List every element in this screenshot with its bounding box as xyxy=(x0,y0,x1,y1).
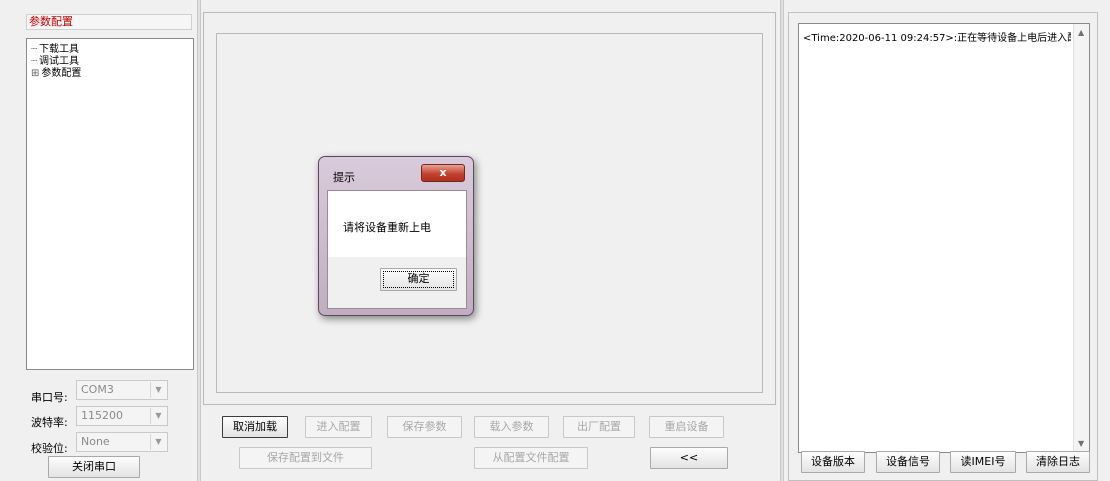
port-value: COM3 xyxy=(81,383,114,396)
dialog-window: 提示 x 请将设备重新上电 确定 xyxy=(318,156,474,316)
close-port-button[interactable]: 关闭串口 xyxy=(48,456,140,478)
port-select[interactable]: COM3 ▼ xyxy=(76,380,168,400)
tree-item[interactable]: ┈ 下载工具 xyxy=(31,44,79,56)
close-icon: x xyxy=(439,166,447,179)
tree-item[interactable]: ⊞ 参数配置 xyxy=(31,68,81,80)
file-action-button[interactable]: 保存配置到文件 xyxy=(239,447,372,469)
tree-line-icon: ┈ xyxy=(31,56,38,67)
right-panel: <Time:2020-06-11 09:24:57>:正在等待设备上电后进入配置… xyxy=(788,12,1098,481)
log-action-button[interactable]: 设备信号 xyxy=(876,451,940,473)
left-panel-title: 参数配置 xyxy=(26,14,192,30)
baud-value: 115200 xyxy=(81,409,123,422)
dialog-ok-button[interactable]: 确定 xyxy=(380,268,457,291)
action-button[interactable]: 进入配置 xyxy=(305,416,372,438)
dialog-body: 请将设备重新上电 确定 xyxy=(327,190,467,309)
action-button[interactable]: 载入参数 xyxy=(474,416,549,438)
parity-value: None xyxy=(81,435,110,448)
log-line: <Time:2020-06-11 09:24:57>:正在等待设备上电后进入配置… xyxy=(803,33,1071,44)
action-button[interactable]: 保存参数 xyxy=(387,416,462,438)
chevron-down-icon[interactable]: ▼ xyxy=(150,434,166,450)
tree-item-label: 调试工具 xyxy=(39,56,80,67)
baud-select[interactable]: 115200 ▼ xyxy=(76,406,168,426)
left-splitter[interactable] xyxy=(197,0,201,481)
port-label: 串口号: xyxy=(31,391,68,404)
dialog-title: 提示 xyxy=(333,171,355,184)
tree-item-label: 参数配置 xyxy=(41,68,82,79)
log-area[interactable]: <Time:2020-06-11 09:24:57>:正在等待设备上电后进入配置… xyxy=(798,23,1090,453)
center-panel xyxy=(203,12,776,405)
action-button[interactable]: 重启设备 xyxy=(649,416,724,438)
tree-view[interactable]: ┈ 下载工具 ┈ 调试工具 ⊞ 参数配置 xyxy=(26,38,194,370)
tree-item[interactable]: ┈ 调试工具 xyxy=(31,56,79,68)
collapse-button[interactable]: << xyxy=(650,447,728,469)
parity-label: 校验位: xyxy=(31,442,68,455)
log-action-button[interactable]: 清除日志 xyxy=(1026,451,1090,473)
chevron-down-icon[interactable]: ▼ xyxy=(150,382,166,398)
dialog-message: 请将设备重新上电 xyxy=(343,221,431,234)
dialog-close-button[interactable]: x xyxy=(421,164,465,182)
action-button[interactable]: 出厂配置 xyxy=(563,416,635,438)
action-button[interactable]: 取消加载 xyxy=(222,416,288,438)
tree-line-icon: ┈ xyxy=(31,44,38,55)
parity-select[interactable]: None ▼ xyxy=(76,432,168,452)
scroll-down-icon[interactable]: ▼ xyxy=(1078,439,1084,448)
tree-item-label: 下载工具 xyxy=(39,44,80,55)
baud-label: 波特率: xyxy=(31,416,68,429)
scrollbar[interactable]: ▲ ▼ xyxy=(1073,24,1089,452)
right-splitter[interactable] xyxy=(780,0,784,481)
left-panel: 参数配置 ┈ 下载工具 ┈ 调试工具 ⊞ 参数配置 串口号: COM3 ▼ 波特率: 11… xyxy=(0,0,198,481)
log-action-button[interactable]: 读IMEI号 xyxy=(950,451,1016,473)
log-action-button[interactable]: 设备版本 xyxy=(801,451,865,473)
file-action-button[interactable]: 从配置文件配置 xyxy=(474,447,588,469)
center-content xyxy=(216,33,763,393)
expand-plus-icon[interactable]: ⊞ xyxy=(31,68,39,79)
chevron-down-icon[interactable]: ▼ xyxy=(150,408,166,424)
scroll-up-icon[interactable]: ▲ xyxy=(1078,28,1084,37)
